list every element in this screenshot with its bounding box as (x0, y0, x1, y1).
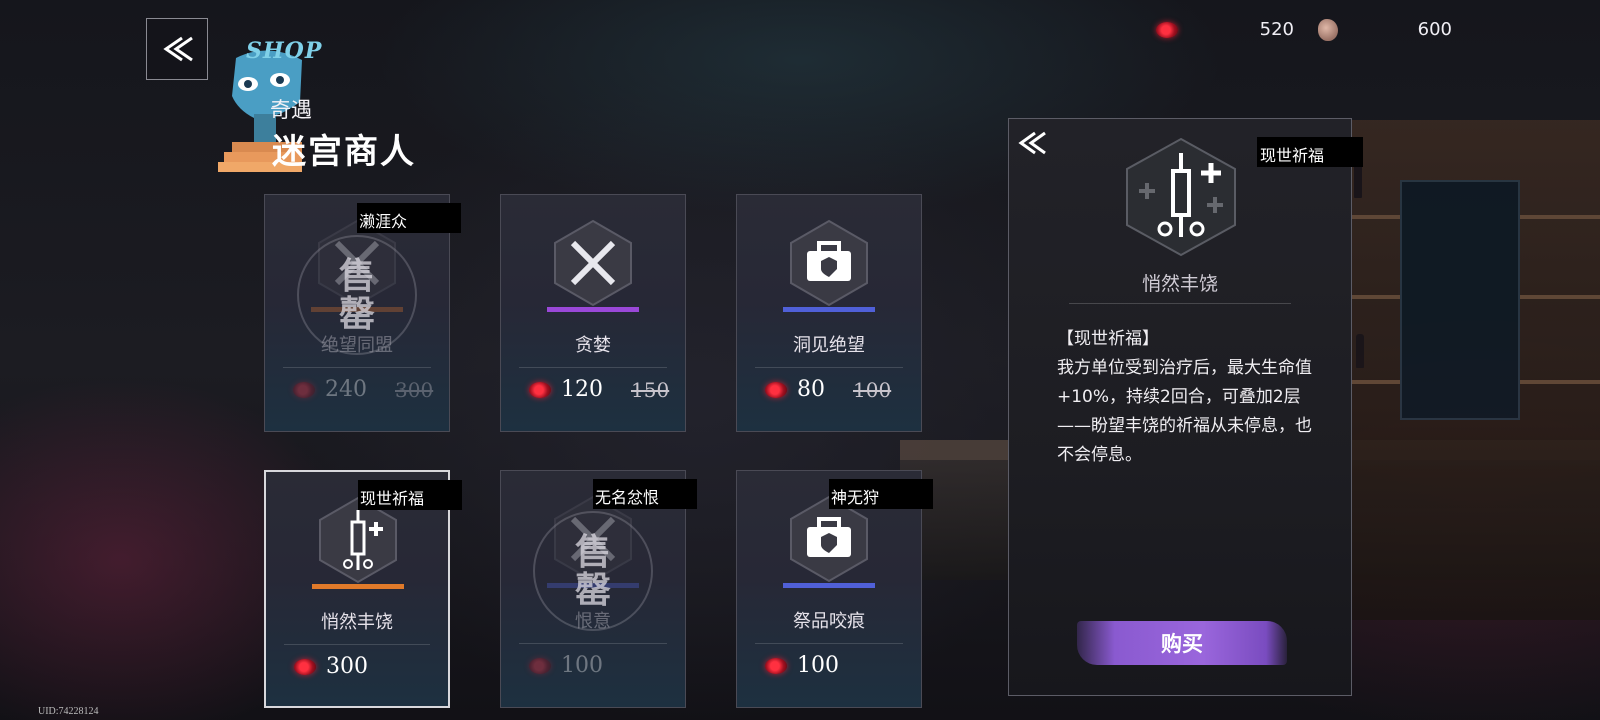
back-button[interactable] (146, 18, 208, 80)
bean-icon (1318, 19, 1338, 41)
sold-out-stamp: 售 罄 (297, 235, 417, 355)
sold-out-stamp: 售 罄 (533, 511, 653, 631)
card-tag: 无名忿恨 (593, 479, 697, 509)
back-arrows-icon (163, 36, 193, 62)
page-title: 迷宫商人 (272, 132, 416, 172)
item-detail-panel: 现世祈福 悄然丰饶 【现世祈福】 我方单位受到治疗后，最大生命值+10%，持续2… (1008, 118, 1363, 696)
detail-description: 【现世祈福】 我方单位受到治疗后，最大生命值+10%，持续2回合，可叠加2层 —… (1057, 325, 1327, 470)
collapse-arrows-icon (1018, 131, 1046, 155)
card-name: 贪婪 (575, 335, 611, 356)
collapse-panel-button[interactable] (1017, 129, 1053, 159)
desc-flavor: ——盼望丰饶的祈福从未停息，也不会停息。 (1057, 416, 1312, 465)
detail-item-name: 悄然丰饶 (1141, 273, 1218, 295)
card-price: 80 (797, 377, 825, 402)
card-tag: 神无狩 (829, 479, 933, 509)
price-row: 300 (294, 654, 368, 679)
crossed-blades-icon (547, 217, 639, 309)
card-old-price: 300 (395, 377, 434, 402)
card-price: 120 (561, 377, 603, 402)
card-old-price: 150 (631, 377, 670, 402)
price-row: 80 100 (765, 377, 891, 402)
toolbox-icon (783, 217, 875, 309)
desc-title: 【现世祈福】 (1057, 329, 1159, 349)
blood-drop-icon (294, 658, 316, 675)
card-tag: 濑涯众 (357, 203, 461, 233)
card-price: 300 (326, 654, 368, 679)
card-price: 100 (797, 653, 839, 678)
currency-bean-amount: 600 (1417, 19, 1452, 40)
buy-button[interactable]: 购买 (1077, 621, 1287, 665)
desc-body: 我方单位受到治疗后，最大生命值+10%，持续2回合，可叠加2层 (1057, 358, 1312, 407)
price-row: 120 150 (529, 377, 669, 402)
price-row: 100 (765, 653, 839, 678)
card-price: 100 (561, 653, 603, 678)
blood-drop-icon (765, 381, 787, 398)
card-price: 240 (325, 377, 367, 402)
shop-card[interactable]: 悄然丰饶 300 现世祈福 (264, 470, 462, 708)
currency-bean: 600 (1318, 16, 1452, 44)
blood-drop-icon (529, 657, 551, 674)
detail-tag: 现世祈福 (1257, 137, 1363, 167)
currency-blood-amount: 520 (1259, 19, 1294, 40)
price-row: 240 300 (293, 377, 433, 402)
currency-blood: 520 (1156, 16, 1294, 44)
shop-card[interactable]: 贪婪 120 150 (500, 194, 686, 432)
rarity-bar (547, 307, 639, 312)
shop-card[interactable]: 恨意 100 售 罄 无名忿恨 (500, 470, 697, 708)
price-row: 100 (529, 653, 603, 678)
rarity-bar (783, 307, 875, 312)
card-name: 洞见绝望 (793, 335, 865, 356)
bar-shelf-art (1330, 120, 1600, 620)
card-name: 悄然丰饶 (321, 612, 393, 633)
rarity-bar (312, 584, 404, 589)
blood-drop-icon (293, 381, 315, 398)
blood-drop-icon (1156, 22, 1178, 38)
rarity-bar (783, 583, 875, 588)
shop-card[interactable]: 绝望同盟 240 300 售 罄 濑涯众 (264, 194, 461, 432)
shop-card[interactable]: 洞见绝望 80 100 (736, 194, 922, 432)
user-id: UID:74228124 (38, 706, 99, 717)
syringe-icon (1119, 135, 1243, 259)
page-subtitle: 奇遇 (270, 98, 312, 122)
blood-drop-icon (765, 657, 787, 674)
shop-logo-text: SHOP (246, 38, 323, 64)
card-tag: 现世祈福 (358, 480, 462, 510)
shop-card[interactable]: 祭品咬痕 100 神无狩 (736, 470, 933, 708)
card-old-price: 100 (853, 377, 892, 402)
card-name: 祭品咬痕 (793, 611, 865, 632)
blood-drop-icon (529, 381, 551, 398)
